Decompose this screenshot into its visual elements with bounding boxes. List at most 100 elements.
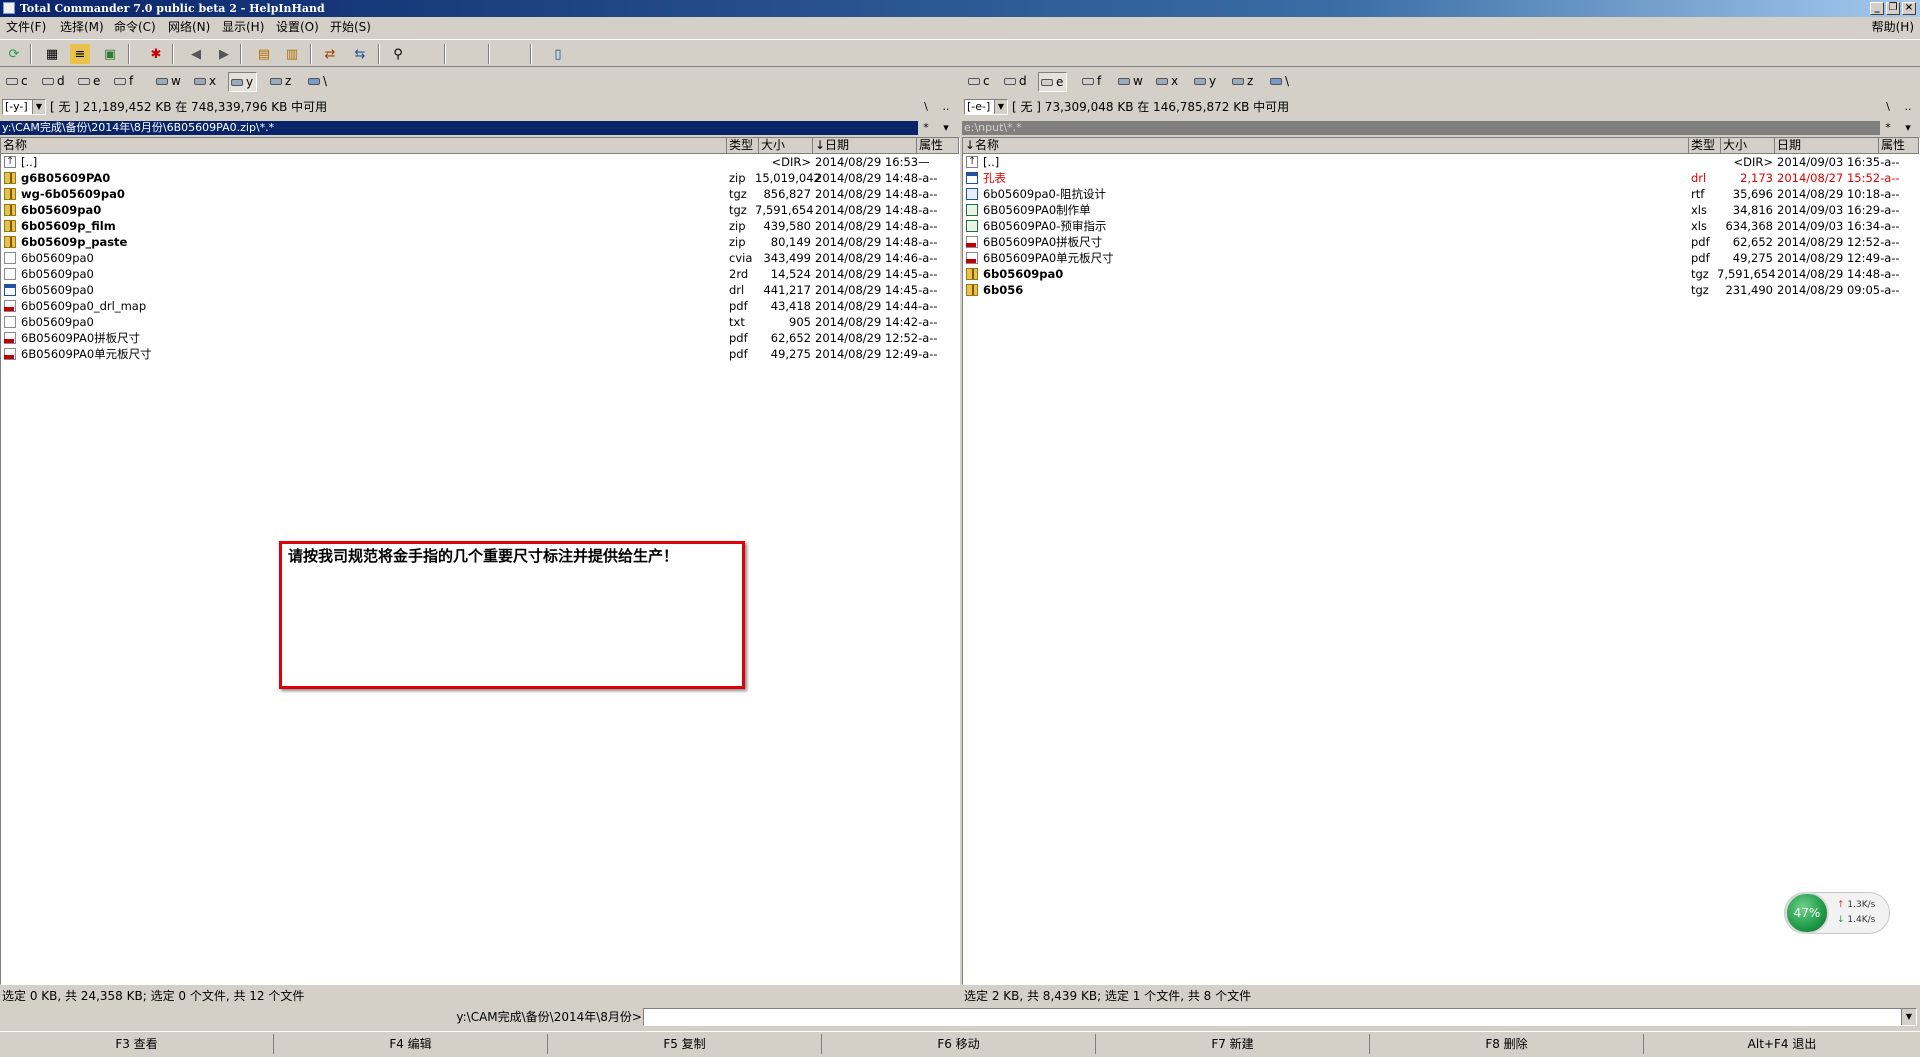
back-icon[interactable]: ◀ [186,44,206,64]
network-speed-widget[interactable]: 47% ↑ 1.3K/s ↓ 1.4K/s [1784,892,1890,934]
column-name[interactable]: 名称 [1,138,727,153]
left-drive-c[interactable]: c [4,72,31,90]
minimize-button[interactable]: _ [1870,2,1884,15]
right-parent-button[interactable]: .. [1900,99,1916,115]
file-row[interactable]: 6b05609pa0 txt 905 2014/08/29 14:42-a-- [1,314,959,330]
f4-edit-button[interactable]: F4 编辑 [274,1034,548,1054]
right-file-panel[interactable]: ↓名称 类型 大小 日期 属性 [..] <DIR> 2014/09/03 16:3… [962,137,1920,985]
left-history-button[interactable]: * [918,120,934,136]
ftp-new-connection-icon[interactable]: ⇆ [350,44,370,64]
brief-view-icon[interactable]: ▦ [42,44,62,64]
menu-settings[interactable]: 设置(O) [272,17,323,37]
right-drive-d[interactable]: d [1002,72,1030,90]
right-drive-f[interactable]: f [1080,72,1104,90]
app-icon[interactable] [3,2,15,14]
file-row[interactable]: 6B05609PA0-预审指示 xls 634,368 2014/09/03 16:3… [963,218,1919,234]
file-row[interactable]: 6b056 tgz 231,490 2014/08/29 09:05-a-- [963,282,1919,298]
f6-move-button[interactable]: F6 移动 [822,1034,1096,1054]
file-row[interactable]: 孔表 drl 2,173 2014/08/27 15:52-a-- [963,170,1919,186]
right-drive-z[interactable]: z [1230,72,1256,90]
chevron-down-icon[interactable]: ▾ [1900,120,1916,136]
forward-icon[interactable]: ▶ [214,44,234,64]
right-history-button[interactable]: * [1880,120,1896,136]
right-drive-x[interactable]: x [1154,72,1181,90]
chevron-down-icon[interactable]: ▾ [938,120,954,136]
close-button[interactable]: × [1902,2,1916,15]
f5-copy-button[interactable]: F5 复制 [548,1034,822,1054]
left-root-button[interactable]: \ [918,99,934,115]
menu-help[interactable]: 帮助(H) [1872,17,1914,37]
right-path[interactable]: e:\nput\*.* [962,121,1880,135]
file-row[interactable]: 6b05609p_film zip 439,580 2014/08/29 14:48-… [1,218,959,234]
file-row[interactable]: 6b05609pa0 tgz 7,591,654 2014/08/29 14:48-a… [1,202,959,218]
thumbnail-view-icon[interactable]: ▣ [100,44,120,64]
left-drive-f[interactable]: f [112,72,136,90]
right-drive-e[interactable]: e [1038,72,1068,92]
left-drive-w[interactable]: w [154,72,184,90]
ftp-connect-icon[interactable]: ⇄ [320,44,340,64]
file-row[interactable]: wg-6b05609pa0 tgz 856,827 2014/08/29 14:48-… [1,186,959,202]
menu-select[interactable]: 选择(M) [56,17,108,37]
menu-command[interactable]: 命令(C) [110,17,160,37]
file-row[interactable]: 6B05609PA0制作单 xls 34,816 2014/09/03 16:29-a… [963,202,1919,218]
column-date[interactable]: ↓日期 [813,138,917,153]
full-view-icon[interactable]: ≡ [70,44,90,64]
chevron-down-icon[interactable]: ▼ [1901,1009,1916,1025]
column-type[interactable]: 类型 [727,138,759,153]
left-drive-d[interactable]: d [40,72,68,90]
file-row[interactable]: [..] <DIR> 2014/09/03 16:35-a-- [963,154,1919,170]
right-drive-w[interactable]: w [1116,72,1146,90]
alt-f4-exit-button[interactable]: Alt+F4 退出 [1644,1034,1920,1054]
column-name[interactable]: ↓名称 [963,138,1689,153]
command-line-input[interactable]: ▼ [643,1008,1917,1026]
file-row[interactable]: 6b05609p_paste zip 80,149 2014/08/29 14:48-… [1,234,959,250]
column-size[interactable]: 大小 [759,138,813,153]
column-attr[interactable]: 属性 [1879,138,1919,153]
column-date[interactable]: 日期 [1775,138,1879,153]
file-row[interactable]: 6b05609pa0 drl 441,217 2014/08/29 14:45-a-- [1,282,959,298]
invert-selection-icon[interactable]: ✱ [146,44,166,64]
right-drive-y[interactable]: y [1192,72,1219,90]
chevron-down-icon[interactable]: ▼ [994,100,1007,114]
right-drive-network[interactable]: \ [1268,72,1292,90]
left-drive-network[interactable]: \ [306,72,330,90]
menu-view[interactable]: 显示(H) [218,17,268,37]
file-row[interactable]: 6b05609pa0_drl_map pdf 43,418 2014/08/29 14… [1,298,959,314]
file-row[interactable]: 6b05609pa0 2rd 14,524 2014/08/29 14:45-a-- [1,266,959,282]
right-drive-c[interactable]: c [966,72,993,90]
f7-new-folder-button[interactable]: F7 新建 [1096,1034,1370,1054]
f8-delete-button[interactable]: F8 删除 [1370,1034,1644,1054]
file-row[interactable]: 6B05609PA0单元板尺寸 pdf 49,275 2014/08/29 12:49… [963,250,1919,266]
left-drive-combo[interactable]: [-y-] ▼ [2,99,46,115]
column-type[interactable]: 类型 [1689,138,1721,153]
notepad-icon[interactable]: ▯ [548,44,568,64]
unpack-icon[interactable]: ▥ [282,44,302,64]
restore-button[interactable]: ❐ [1886,2,1900,15]
left-drive-e[interactable]: e [76,72,103,90]
right-drive-combo[interactable]: [-e-] ▼ [964,99,1008,115]
pack-icon[interactable]: ▤ [254,44,274,64]
left-parent-button[interactable]: .. [938,99,954,115]
left-drive-x[interactable]: x [192,72,219,90]
menu-start[interactable]: 开始(S) [326,17,375,37]
file-row[interactable]: [..] <DIR> 2014/08/29 16:53— [1,154,959,170]
left-drive-y[interactable]: y [228,72,258,92]
binoculars-icon[interactable]: ⚲ [388,44,408,64]
refresh-icon[interactable]: ⟳ [4,44,24,64]
file-row[interactable]: 6b05609pa0-阻抗设计 rtf 35,696 2014/08/29 10:18… [963,186,1919,202]
file-row[interactable]: 6B05609PA0拼板尺寸 pdf 62,652 2014/08/29 12:52-… [963,234,1919,250]
column-attr[interactable]: 属性 [917,138,959,153]
file-row[interactable]: 6B05609PA0单元板尺寸 pdf 49,275 2014/08/29 12:49… [1,346,959,362]
file-row[interactable]: 6b05609pa0 cvia 343,499 2014/08/29 14:46-a-… [1,250,959,266]
chevron-down-icon[interactable]: ▼ [32,100,45,114]
file-row[interactable]: 6B05609PA0拼板尺寸 pdf 62,652 2014/08/29 12:52-… [1,330,959,346]
left-path[interactable]: y:\CAM完成\备份\2014年\8月份\6B05609PA0.zip\*.* [0,121,918,135]
column-size[interactable]: 大小 [1721,138,1775,153]
left-drive-z[interactable]: z [268,72,294,90]
menu-file[interactable]: 文件(F) [2,17,50,37]
f3-view-button[interactable]: F3 查看 [0,1034,274,1054]
right-root-button[interactable]: \ [1880,99,1896,115]
file-row[interactable]: 6b05609pa0 tgz 7,591,654 2014/08/29 14:48-a… [963,266,1919,282]
menu-network[interactable]: 网络(N) [164,17,214,37]
file-row[interactable]: g6B05609PA0 zip 15,019,042 2014/08/29 14:48… [1,170,959,186]
